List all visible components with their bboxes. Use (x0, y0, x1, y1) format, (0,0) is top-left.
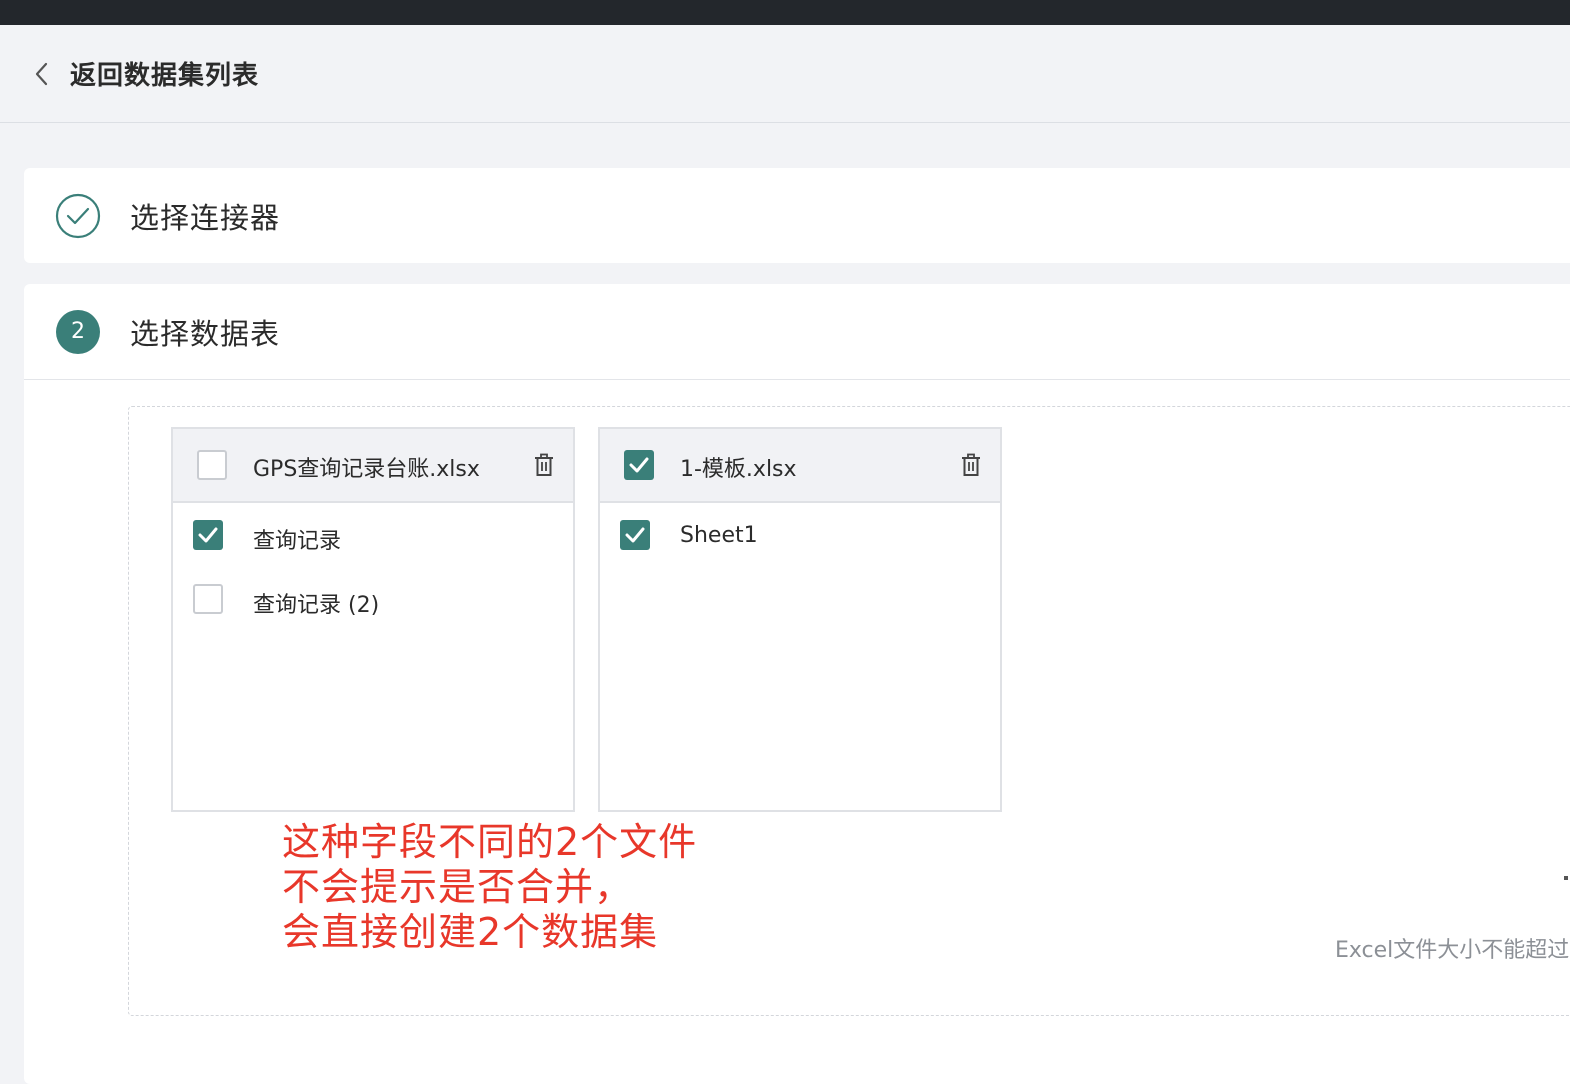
annotation-line: 会直接创建2个数据集 (282, 910, 659, 954)
step-title: 选择数据表 (130, 317, 281, 351)
step-number-badge: 2 (56, 310, 100, 354)
sheet-item[interactable]: Sheet1 (600, 517, 1000, 557)
divider (24, 379, 1570, 380)
file-checkbox[interactable] (624, 450, 654, 480)
sheet-checkbox[interactable] (193, 520, 223, 550)
file-checkbox[interactable] (197, 450, 227, 480)
file-panel: GPS查询记录台账.xlsx 查询记录 查询记录 (2) (171, 427, 575, 812)
file-panel-header: 1-模板.xlsx (600, 429, 1000, 503)
edge-mark (1564, 876, 1568, 880)
sheet-item[interactable]: 查询记录 (2) (173, 581, 573, 621)
sheet-checkbox[interactable] (620, 520, 650, 550)
annotation-line: 不会提示是否合并， (282, 865, 634, 909)
file-name: GPS查询记录台账.xlsx (253, 457, 480, 482)
sheet-name: Sheet1 (680, 523, 758, 548)
sheet-checkbox[interactable] (193, 584, 223, 614)
checkmark-icon (625, 527, 645, 543)
check-circle-icon (55, 193, 101, 239)
sheet-item[interactable]: 查询记录 (173, 517, 573, 557)
trash-icon[interactable] (533, 453, 555, 477)
file-name: 1-模板.xlsx (680, 457, 797, 482)
file-size-hint: Excel文件大小不能超过 (1335, 938, 1570, 963)
step-select-table: 2 选择数据表 GPS查询记录台账.xlsx 查询记录 查询记录 (2) 1-模… (24, 284, 1570, 1084)
trash-icon[interactable] (960, 453, 982, 477)
annotation-line: 这种字段不同的2个文件 (282, 820, 698, 864)
chevron-left-icon[interactable] (32, 60, 52, 88)
top-bar (0, 0, 1570, 25)
sheet-name: 查询记录 (253, 529, 342, 554)
back-to-dataset-list-link[interactable]: 返回数据集列表 (70, 55, 259, 92)
sheet-name: 查询记录 (2) (253, 593, 380, 618)
annotation-note: 这种字段不同的2个文件 不会提示是否合并， 会直接创建2个数据集 (282, 820, 697, 955)
file-panel-header: GPS查询记录台账.xlsx (173, 429, 573, 503)
checkmark-icon (629, 457, 649, 473)
step-title: 选择连接器 (130, 201, 281, 235)
file-panel: 1-模板.xlsx Sheet1 (598, 427, 1002, 812)
step-select-connector: 选择连接器 (24, 168, 1570, 263)
checkmark-icon (198, 527, 218, 543)
page-header: 返回数据集列表 (0, 25, 1570, 123)
